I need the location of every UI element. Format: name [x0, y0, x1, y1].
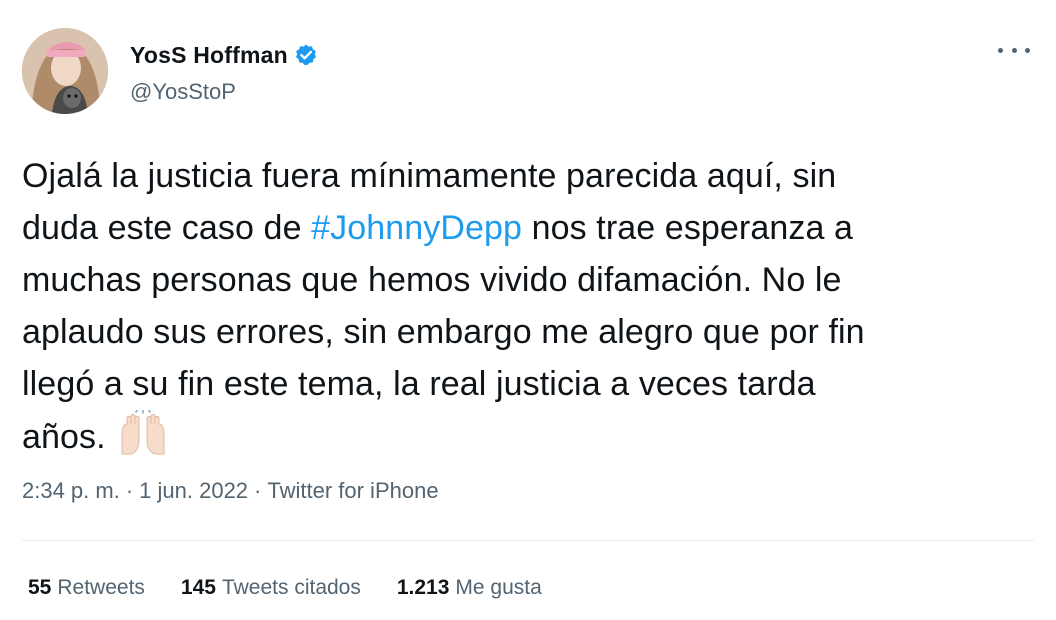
- tweet-source-link[interactable]: Twitter for iPhone: [267, 478, 438, 503]
- verified-badge-icon: [294, 43, 318, 67]
- quote-tweets-count: 145: [180, 576, 216, 599]
- tweet-line: muchas personas que hemos vivido difamac…: [22, 254, 1032, 306]
- quote-tweets-stat[interactable]: 145 Tweets citados: [181, 576, 361, 600]
- separator: ·: [125, 478, 134, 503]
- divider: [22, 540, 1034, 541]
- avatar-photo: [22, 28, 108, 114]
- retweets-count: 55: [28, 576, 52, 599]
- tweet-line: aplaudo sus errores, sin embargo me aleg…: [22, 306, 1032, 358]
- dot: [1011, 47, 1017, 53]
- text-segment: nos trae esperanza a: [522, 209, 854, 247]
- text-segment: duda este caso de: [22, 209, 312, 247]
- hashtag-link[interactable]: #JohnnyDepp: [311, 209, 522, 247]
- text-segment: aplaudo sus errores, sin embargo me aleg…: [22, 313, 865, 351]
- tweet-text: Ojalá la justicia fuera mínimamente pare…: [22, 150, 1032, 463]
- tweet-line: llegó a su fin este tema, la real justic…: [22, 358, 1032, 410]
- text-segment: llegó a su fin este tema, la real justic…: [22, 365, 816, 403]
- retweets-label: Retweets: [57, 576, 145, 599]
- tweet-line: Ojalá la justicia fuera mínimamente pare…: [22, 150, 1032, 202]
- tweet-time[interactable]: 2:34 p. m.: [22, 478, 120, 503]
- engagement-stats: 55 Retweets 145 Tweets citados 1.213 Me gus…: [28, 576, 578, 600]
- dot: [1025, 47, 1030, 53]
- text-segment: años.: [22, 418, 106, 456]
- tweet-date[interactable]: 1 jun. 2022: [139, 478, 248, 503]
- text-segment: Ojalá la justicia fuera mínimamente pare…: [22, 157, 837, 195]
- display-name[interactable]: YosS Hoffman: [130, 42, 288, 69]
- tweet-line: duda este caso de #JohnnyDepp nos trae e…: [22, 202, 1032, 254]
- likes-count: 1.213: [396, 576, 450, 599]
- more-options-icon[interactable]: [998, 40, 1030, 60]
- retweets-stat[interactable]: 55 Retweets: [28, 576, 145, 600]
- separator: ·: [254, 478, 262, 503]
- tweet-meta: 2:34 p. m. · 1 jun. 2022 · Twitter for iPhon…: [22, 478, 439, 504]
- tweet-line: años.: [22, 409, 1032, 463]
- text-segment: muchas personas que hemos vivido difamac…: [22, 261, 842, 299]
- handle[interactable]: @YosStoP: [130, 79, 236, 105]
- avatar[interactable]: [22, 28, 108, 114]
- likes-stat[interactable]: 1.213 Me gusta: [397, 576, 542, 600]
- raising-hands-icon: [116, 409, 170, 456]
- dot: [998, 47, 1003, 53]
- likes-label: Me gusta: [455, 576, 542, 599]
- author-name-row[interactable]: YosS Hoffman: [130, 40, 318, 70]
- tweet-card: YosS Hoffman @YosStoP Ojalá la justicia …: [0, 0, 1056, 620]
- quote-tweets-label: Tweets citados: [221, 576, 361, 599]
